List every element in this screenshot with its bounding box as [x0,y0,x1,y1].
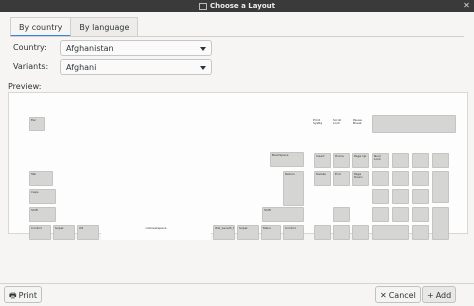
country-label: Country: [13,43,47,52]
key-control-left: Control [29,225,51,240]
chevron-down-icon [200,47,206,51]
key-pagedown: Page Down [352,171,369,186]
key-xf86-block [372,115,456,133]
key-kp-enter [432,207,449,240]
variants-label: Variants: [13,62,49,71]
key-pause: Pause Break [351,117,367,131]
close-icon[interactable]: ✕ [461,1,472,11]
preview-label: Preview: [8,82,42,91]
key-caps: Caps [29,189,56,204]
key-kp-5 [392,189,409,204]
keyboard-preview: Esc Print SysRq Scroll Lock Pause Break … [8,92,468,240]
key-kp-minus [432,153,449,168]
tab-divider [10,36,464,37]
add-label: Add [435,291,452,300]
key-left [314,225,331,240]
key-f5-f8 [144,117,208,131]
key-super-left: Super [53,225,75,240]
key-kp-6 [412,189,429,204]
key-down [333,225,350,240]
key-esc: Esc [29,117,45,131]
key-pageup: Page Up [352,153,369,168]
key-super-right: Super [237,225,259,240]
variants-combo[interactable]: Afghani [60,59,212,75]
key-f1-f4 [64,117,128,131]
title-bar: Choose a Layout ✕ [0,0,474,12]
key-numlock: Num Lock [372,153,389,168]
key-shift-right: Shift [262,207,304,222]
key-tab: Tab [29,171,53,186]
key-kp-3 [412,207,429,222]
key-right [352,225,369,240]
key-f9-f12 [224,117,288,131]
country-combo[interactable]: Afghanistan [60,40,212,56]
key-kp-multiply [412,153,429,168]
key-iso-level3-shift: ISO_Level3_Shift [213,225,235,240]
plus-icon: + [427,291,434,300]
cancel-icon: ✕ [380,291,387,300]
key-number-row [29,153,279,167]
key-kp-plus [432,171,449,203]
key-scroll-lock: Scroll Lock [331,117,347,131]
country-value: Afghanistan [66,44,114,53]
window-title: Choose a Layout [210,2,275,10]
key-kp-7 [372,171,389,186]
key-kp-9 [412,171,429,186]
key-end: End [333,171,350,186]
print-label: Print [18,291,37,300]
key-shift-left: Shift [29,207,56,222]
printer-icon: 🖶 [9,291,17,300]
key-space: nobreakspace [101,225,211,240]
tab-by-country[interactable]: By country [10,17,72,37]
key-kp-2 [392,207,409,222]
key-alt: Alt [77,225,99,240]
bottom-bar: 🖶 Print ✕ Cancel + Add [0,283,474,306]
cancel-label: Cancel [388,291,416,300]
key-control-right: Control [283,225,304,240]
key-kp-0 [372,225,409,240]
key-kp-decimal [412,225,429,240]
key-insert: Insert [314,153,331,168]
variants-value: Afghani [66,63,97,72]
key-up [333,207,350,222]
key-menu: Menu [261,225,281,240]
add-button[interactable]: + Add [422,286,457,303]
key-kp-8 [392,171,409,186]
chevron-down-icon [200,66,206,70]
key-delete: Delete [314,171,331,186]
key-kp-1 [372,207,389,222]
cancel-button[interactable]: ✕ Cancel [375,286,421,303]
tab-by-language[interactable]: By language [71,17,139,37]
key-print: Print SysRq [311,117,327,131]
key-backspace: BackSpace [270,152,304,167]
print-button[interactable]: 🖶 Print [4,286,42,303]
key-kp-divide [392,153,409,168]
tab-bar: By country By language [10,17,139,37]
window-icon [199,2,208,10]
key-home: Home [333,153,350,168]
key-kp-4 [372,189,389,204]
key-return: Return [283,171,304,206]
